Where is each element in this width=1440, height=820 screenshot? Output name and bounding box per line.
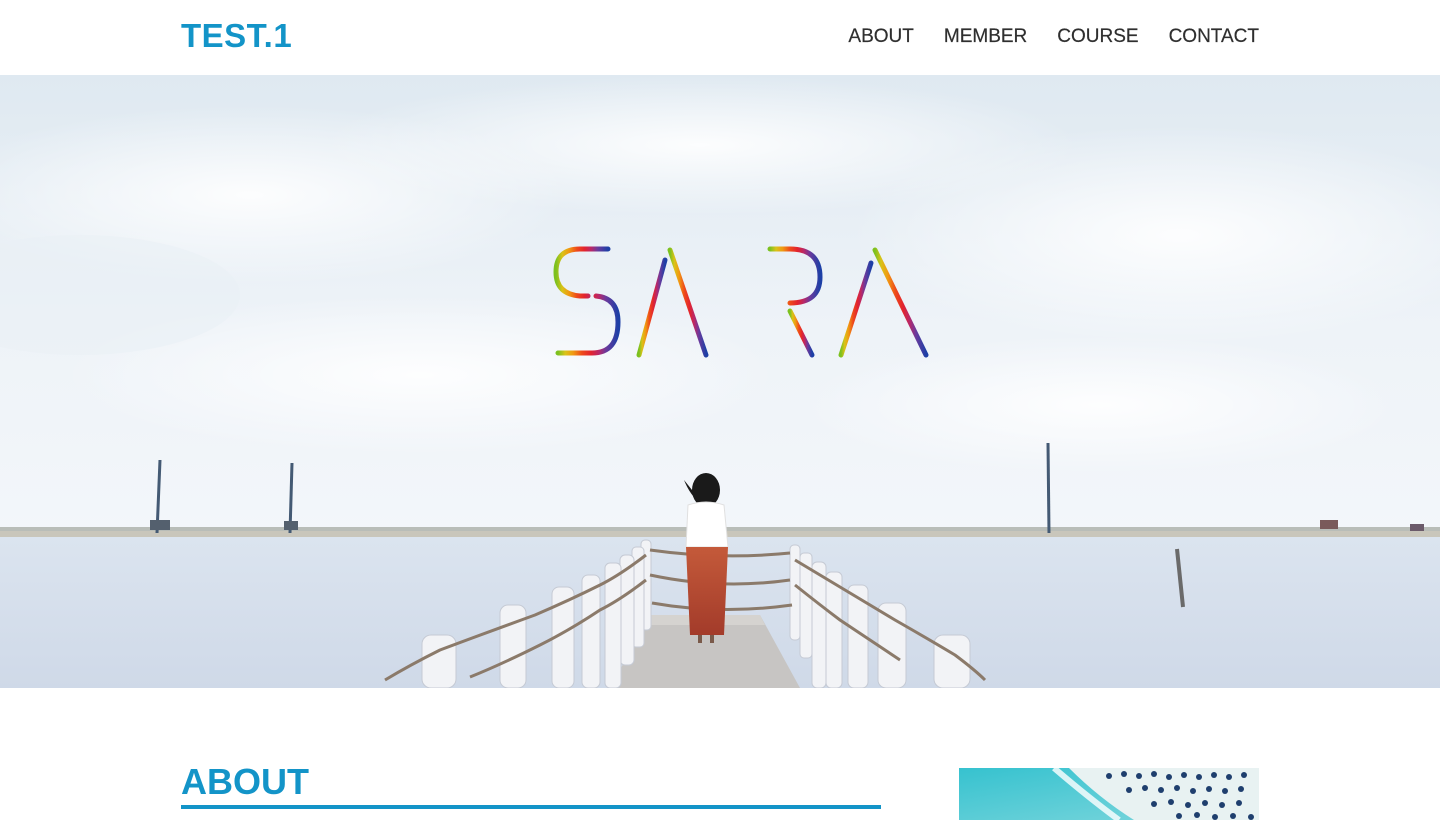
about-heading-underline (181, 805, 881, 809)
main-nav: ABOUT MEMBER COURSE CONTACT (848, 25, 1259, 49)
nav-item-member[interactable]: MEMBER (944, 25, 1028, 49)
hero-image (0, 75, 1440, 688)
nav-item-about[interactable]: ABOUT (848, 25, 914, 49)
site-header: TEST.1 ABOUT MEMBER COURSE CONTACT (0, 0, 1440, 75)
site-logo[interactable]: TEST.1 (181, 17, 292, 55)
nav-item-contact[interactable]: CONTACT (1168, 25, 1259, 49)
nav-item-course[interactable]: COURSE (1057, 25, 1138, 49)
about-image (959, 768, 1259, 820)
hero-section (0, 75, 1440, 688)
about-heading: ABOUT (181, 761, 309, 802)
